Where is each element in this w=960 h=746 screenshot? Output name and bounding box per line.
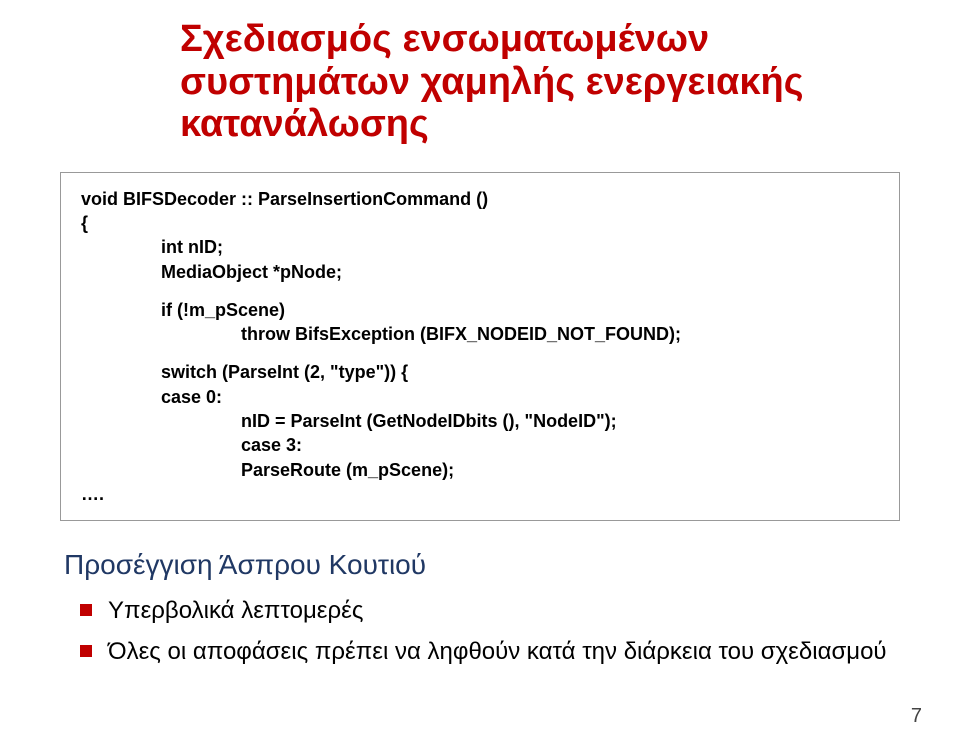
code-line: ParseRoute (m_pScene); [81, 458, 879, 482]
code-line: if (!m_pScene) [81, 298, 879, 322]
code-blank [81, 284, 879, 298]
code-line: nID = ParseInt (GetNodeIDbits (), "NodeI… [81, 409, 879, 433]
title-line: Σχεδιασμός ενσωματωμένων [180, 18, 900, 61]
code-line: throw BifsException (BIFX_NODEID_NOT_FOU… [81, 322, 879, 346]
code-line: MediaObject *pNode; [81, 260, 879, 284]
bullet-list: Υπερβολικά λεπτομερές Όλες οι αποφάσεις … [80, 595, 900, 667]
code-box: void BIFSDecoder :: ParseInsertionComman… [60, 172, 900, 522]
bullet-item: Όλες οι αποφάσεις πρέπει να ληφθούν κατά… [80, 636, 900, 667]
bullet-item: Υπερβολικά λεπτομερές [80, 595, 900, 626]
code-line: switch (ParseInt (2, "type")) { [81, 360, 879, 384]
section-subhead: Προσέγγιση Άσπρου Κουτιού [64, 549, 900, 581]
code-line: case 0: [81, 385, 879, 409]
slide-title: Σχεδιασμός ενσωματωμένων συστημάτων χαμη… [180, 18, 900, 146]
code-line: case 3: [81, 433, 879, 457]
code-line: …. [81, 482, 879, 506]
code-line: { [81, 211, 879, 235]
slide: Σχεδιασμός ενσωματωμένων συστημάτων χαμη… [0, 0, 960, 746]
page-number: 7 [911, 705, 922, 728]
code-line: void BIFSDecoder :: ParseInsertionComman… [81, 187, 879, 211]
code-line: int nID; [81, 235, 879, 259]
title-line: κατανάλωσης [180, 103, 900, 146]
code-blank [81, 346, 879, 360]
title-line: συστημάτων χαμηλής ενεργειακής [180, 61, 900, 104]
